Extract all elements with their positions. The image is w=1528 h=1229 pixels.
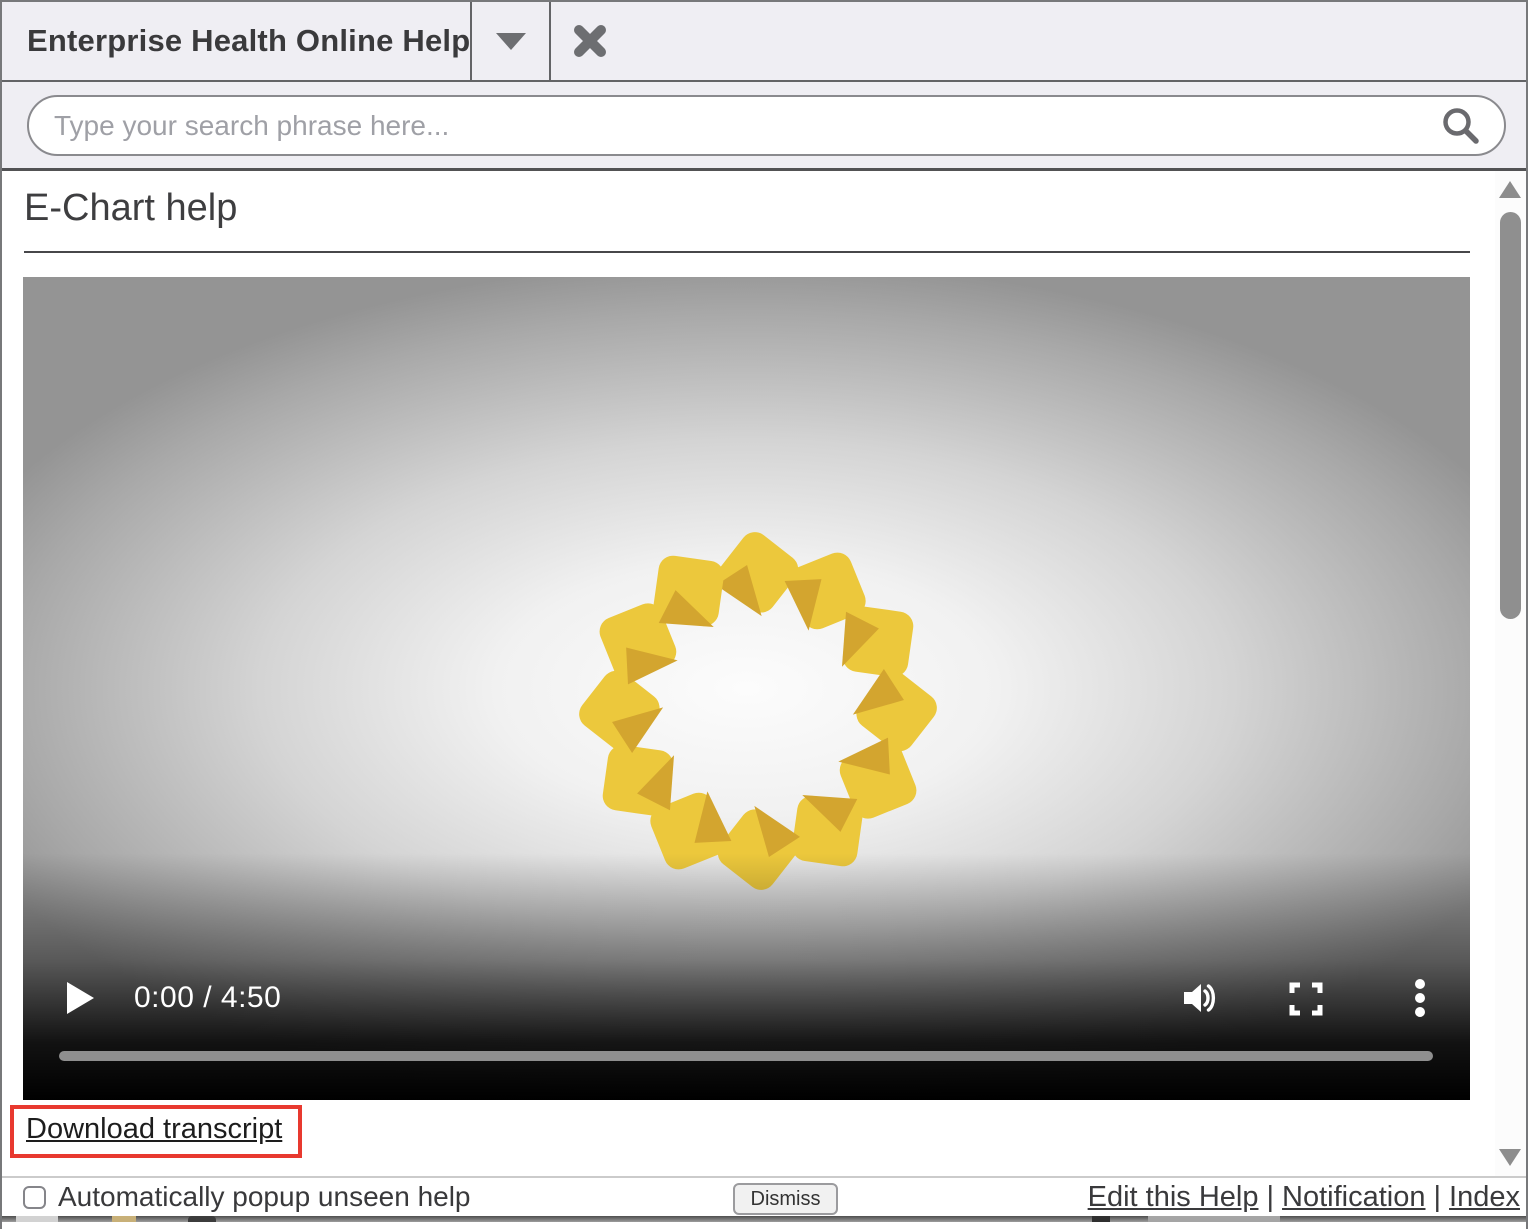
link-separator: |	[1434, 1181, 1442, 1213]
heading-divider	[24, 251, 1470, 253]
scrollbar-thumb[interactable]	[1500, 212, 1521, 619]
close-button[interactable]	[549, 2, 628, 80]
underlying-window-edge	[2, 1216, 1526, 1222]
window-fragment	[1092, 1216, 1110, 1222]
search-row	[2, 82, 1526, 171]
footer-links: Edit this Help|Notification|Index	[1088, 1181, 1520, 1214]
index-link[interactable]: Index	[1449, 1181, 1520, 1213]
video-controls: 0:00 / 4:50	[23, 980, 1470, 1016]
autopopup-label: Automatically popup unseen help	[58, 1181, 471, 1213]
search-box	[27, 95, 1506, 156]
page-title: E-Chart help	[24, 187, 237, 230]
more-options-button[interactable]	[1414, 978, 1426, 1018]
pinwheel-flower-logo	[571, 524, 945, 898]
search-input[interactable]	[29, 97, 1440, 154]
search-icon[interactable]	[1440, 105, 1482, 147]
window-fragment	[1148, 1216, 1280, 1222]
titlebar: Enterprise Health Online Help	[2, 2, 1526, 82]
window-fragment	[188, 1216, 216, 1222]
help-window: Enterprise Health Online Help E-Chart he…	[0, 0, 1528, 1229]
footer-bar: Automatically popup unseen help Dismiss …	[2, 1176, 1526, 1216]
video-progress-bar[interactable]	[59, 1051, 1433, 1061]
link-separator: |	[1266, 1181, 1274, 1213]
window-fragment	[16, 1216, 58, 1222]
dismiss-button[interactable]: Dismiss	[733, 1183, 838, 1215]
fullscreen-button[interactable]	[1289, 982, 1323, 1016]
scroll-down-arrow-icon[interactable]	[1499, 1149, 1521, 1166]
edit-help-link[interactable]: Edit this Help	[1088, 1181, 1259, 1213]
video-time: 0:00 / 4:50	[134, 980, 281, 1016]
vertical-scrollbar[interactable]	[1495, 171, 1526, 1176]
volume-button[interactable]	[1180, 980, 1218, 1016]
help-content: E-Chart help	[2, 171, 1526, 1176]
close-x-icon	[568, 19, 612, 63]
notification-link[interactable]: Notification	[1282, 1181, 1425, 1213]
collapse-button[interactable]	[470, 2, 549, 80]
annotation-highlight-box: Download transcript	[10, 1105, 302, 1158]
download-transcript-link[interactable]: Download transcript	[26, 1113, 282, 1145]
window-title: Enterprise Health Online Help	[2, 23, 470, 59]
caret-down-icon	[496, 33, 526, 50]
window-fragment	[112, 1216, 136, 1222]
video-player[interactable]: 0:00 / 4:50	[23, 277, 1470, 1100]
autopopup-option[interactable]: Automatically popup unseen help	[23, 1181, 471, 1213]
autopopup-checkbox[interactable]	[23, 1186, 46, 1209]
scroll-up-arrow-icon[interactable]	[1499, 181, 1521, 198]
play-button[interactable]	[67, 982, 94, 1014]
